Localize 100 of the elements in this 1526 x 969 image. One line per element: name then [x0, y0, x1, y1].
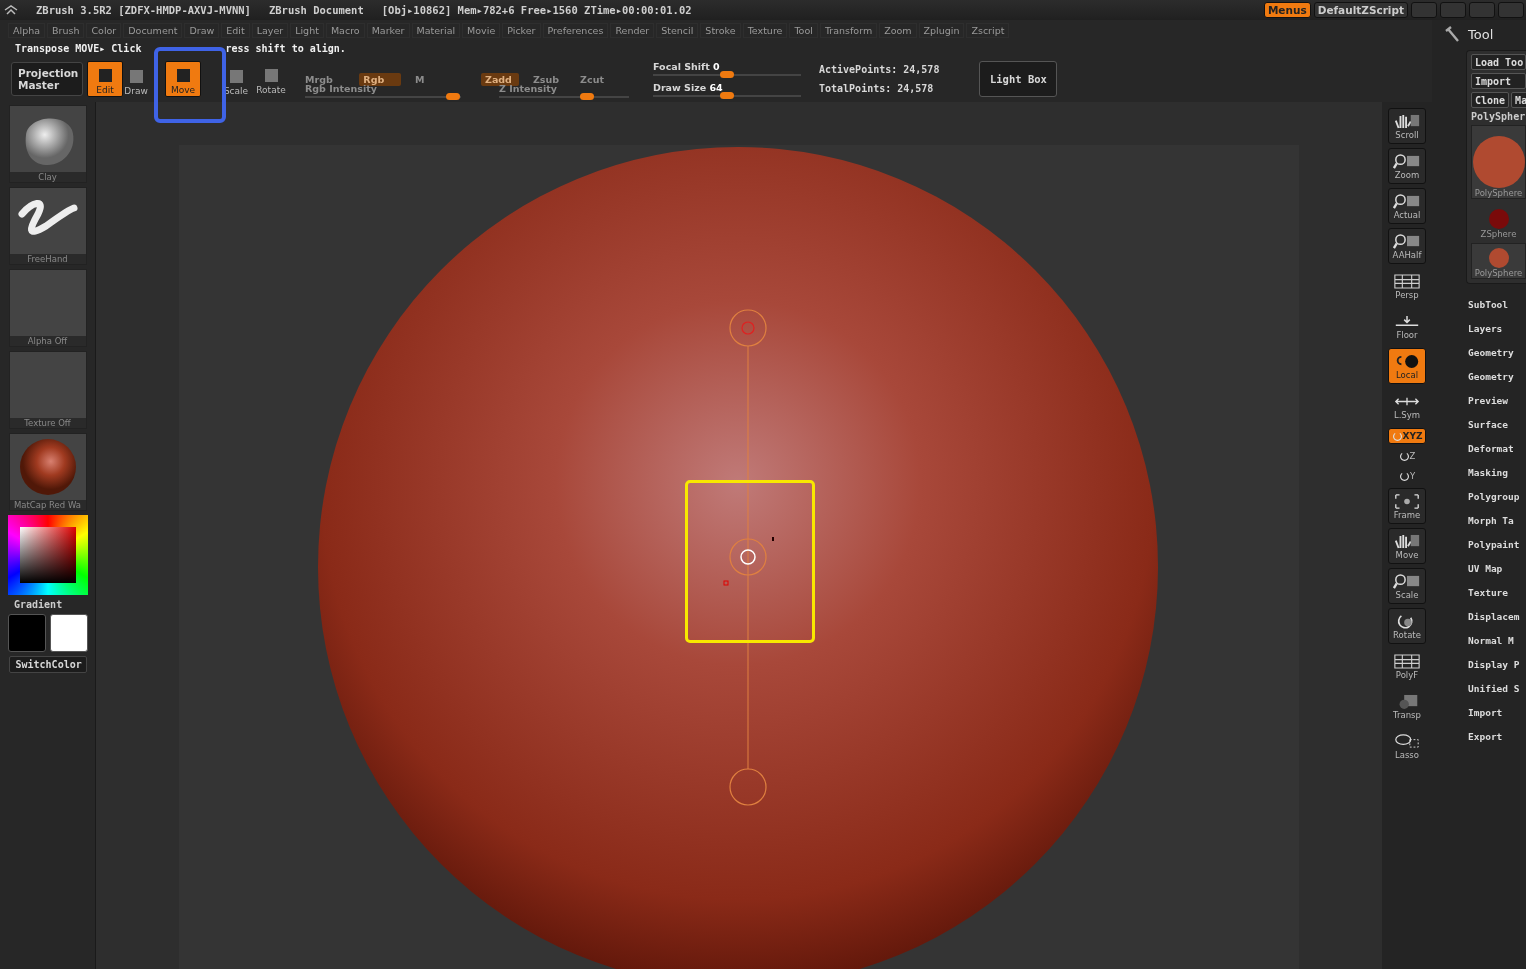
- shelf-button[interactable]: Persp: [1388, 268, 1426, 304]
- shelf-button[interactable]: Lasso: [1388, 728, 1426, 764]
- projection-master-button[interactable]: Projection Master: [11, 62, 83, 96]
- depth-mode-button[interactable]: Zcut: [576, 72, 611, 86]
- menu-item[interactable]: Zoom: [879, 22, 917, 38]
- shelf-button[interactable]: Frame: [1388, 488, 1426, 524]
- empty-thumbnail[interactable]: Alpha Off: [8, 269, 87, 347]
- menu-item[interactable]: Layer: [251, 22, 289, 38]
- rotate-icon: [1398, 450, 1410, 462]
- sphere-icon: [1488, 248, 1509, 268]
- menu-item[interactable]: Tool: [789, 22, 818, 38]
- menu-item[interactable]: Color: [86, 22, 122, 38]
- panel-section[interactable]: Morph Ta: [1468, 512, 1526, 529]
- panel-section[interactable]: Surface: [1468, 416, 1526, 433]
- panel-section[interactable]: Geometry: [1468, 344, 1526, 361]
- mode-button[interactable]: Edit: [87, 61, 123, 97]
- depth-mode-button[interactable]: Zadd: [481, 72, 519, 86]
- panel-section[interactable]: Export: [1468, 728, 1526, 745]
- menu-item[interactable]: Texture: [742, 22, 788, 38]
- shelf-button[interactable]: L.Sym: [1388, 388, 1426, 424]
- menu-item[interactable]: Edit: [221, 22, 250, 38]
- panel-section[interactable]: Polypaint: [1468, 536, 1526, 553]
- slider-thumb[interactable]: [720, 92, 734, 99]
- panel-section[interactable]: SubTool: [1468, 296, 1526, 313]
- square-icon: [176, 69, 190, 82]
- color-mode-button[interactable]: M: [410, 72, 441, 86]
- menu-item[interactable]: Preferences: [542, 22, 609, 38]
- shelf-button[interactable]: Z: [1388, 448, 1426, 464]
- menu-item[interactable]: Alpha: [8, 22, 45, 38]
- tool-button[interactable]: Ma: [1511, 92, 1526, 108]
- panel-section[interactable]: Displacem: [1468, 608, 1526, 625]
- brush-thumbnail[interactable]: Clay: [8, 105, 87, 183]
- frame-icon: [1393, 492, 1421, 510]
- color-mode-button[interactable]: Rgb: [359, 72, 401, 86]
- shelf-button[interactable]: Move: [1388, 528, 1426, 564]
- current-tool-name: PolySpher: [1471, 111, 1526, 122]
- tool-thumbnail[interactable]: PolySphere: [1471, 125, 1526, 199]
- tool-button[interactable]: Clone: [1471, 92, 1510, 108]
- panel-section[interactable]: Import: [1468, 704, 1526, 721]
- panel-section[interactable]: Unified S: [1468, 680, 1526, 697]
- menu-item[interactable]: Zplugin: [918, 22, 965, 38]
- shelf-button[interactable]: Local: [1388, 348, 1426, 384]
- tool-button[interactable]: Load Too: [1471, 54, 1526, 70]
- slider-thumb[interactable]: [446, 92, 461, 100]
- menu-item[interactable]: Macro: [325, 22, 365, 38]
- material-thumbnail[interactable]: MatCap Red Wa: [8, 433, 87, 511]
- panel-section[interactable]: Preview: [1468, 392, 1526, 409]
- menu-item[interactable]: Zscript: [966, 22, 1010, 38]
- shelf-button[interactable]: Actual: [1388, 188, 1426, 224]
- menu-item[interactable]: Material: [411, 22, 461, 38]
- panel-section[interactable]: Masking: [1468, 464, 1526, 481]
- menu-item[interactable]: Document: [123, 22, 183, 38]
- toolbar-button[interactable]: DefaultZScript: [1313, 2, 1408, 18]
- menu-item[interactable]: Movie: [462, 22, 501, 38]
- menu-item[interactable]: Marker: [366, 22, 410, 38]
- shelf-button[interactable]: AAHalf: [1388, 228, 1426, 264]
- panel-section[interactable]: Deformat: [1468, 440, 1526, 457]
- switch-color-button[interactable]: SwitchColor: [8, 656, 87, 673]
- slider-thumb[interactable]: [720, 71, 734, 78]
- shelf-button[interactable]: Scale: [1388, 568, 1426, 604]
- toolbar-button[interactable]: Menus: [1263, 2, 1311, 18]
- shelf-button[interactable]: Zoom: [1388, 148, 1426, 184]
- menu-item[interactable]: Stroke: [700, 22, 741, 38]
- shelf-button[interactable]: Floor: [1388, 308, 1426, 344]
- menu-item[interactable]: Render: [610, 22, 655, 38]
- shelf-button[interactable]: XYZ: [1388, 428, 1426, 444]
- panel-section[interactable]: Normal M: [1468, 632, 1526, 649]
- shelf-button[interactable]: Transp: [1388, 688, 1426, 724]
- panel-section[interactable]: UV Map: [1468, 560, 1526, 577]
- tool-button[interactable]: Import: [1471, 73, 1526, 89]
- shelf-button[interactable]: Y: [1388, 468, 1426, 484]
- shelf-button[interactable]: PolyF: [1388, 648, 1426, 684]
- panel-section[interactable]: Polygroup: [1468, 488, 1526, 505]
- mode-button[interactable]: Move: [165, 61, 201, 97]
- empty-thumbnail[interactable]: Texture Off: [8, 351, 87, 429]
- panel-section[interactable]: Display P: [1468, 656, 1526, 673]
- tool-thumbnail[interactable]: PolySphere: [1471, 243, 1526, 279]
- menu-item[interactable]: Picker: [502, 22, 541, 38]
- menu-item[interactable]: Light: [290, 22, 324, 38]
- menu-item[interactable]: Brush: [47, 22, 85, 38]
- panel-section[interactable]: Texture: [1468, 584, 1526, 601]
- mode-button[interactable]: Draw: [125, 61, 147, 97]
- tool-thumbnail[interactable]: ZSphere: [1471, 202, 1526, 240]
- light-box-button[interactable]: Light Box: [979, 61, 1058, 97]
- shelf-button[interactable]: Scroll: [1388, 108, 1426, 144]
- square-icon: [129, 70, 143, 83]
- panel-section[interactable]: Layers: [1468, 320, 1526, 337]
- rotate-icon: [1398, 470, 1410, 482]
- slider-thumb[interactable]: [580, 92, 595, 100]
- magnifier-icon: [1393, 232, 1421, 250]
- stroke-thumbnail[interactable]: FreeHand: [8, 187, 87, 265]
- color-swatch[interactable]: [49, 614, 88, 652]
- color-swatch[interactable]: [7, 614, 46, 652]
- color-picker[interactable]: [7, 515, 88, 595]
- menu-item[interactable]: Stencil: [656, 22, 699, 38]
- menu-item[interactable]: Transform: [819, 22, 878, 38]
- panel-section[interactable]: Geometry: [1468, 368, 1526, 385]
- menu-item[interactable]: Draw: [184, 22, 220, 38]
- shelf-button[interactable]: Rotate: [1388, 608, 1426, 644]
- mode-button[interactable]: Rotate: [253, 61, 289, 97]
